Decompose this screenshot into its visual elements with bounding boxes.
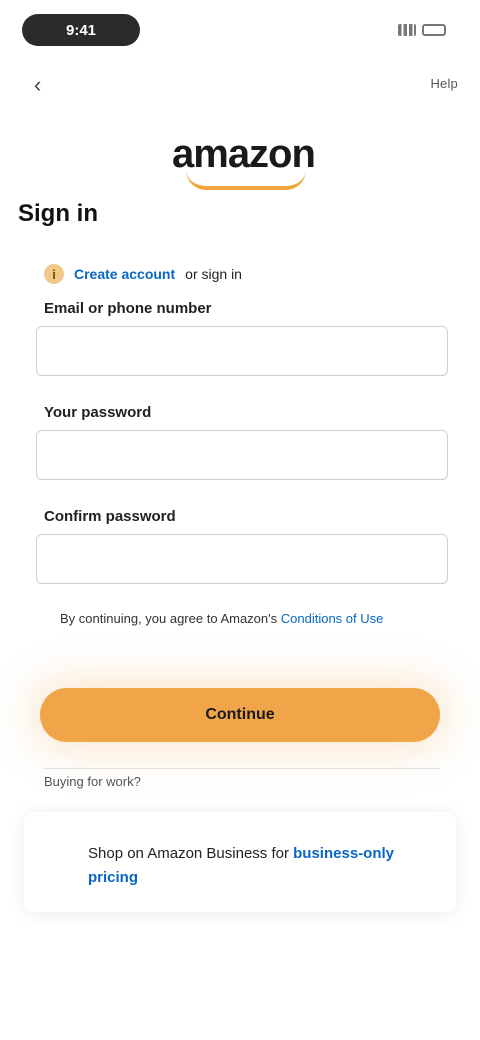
business-card[interactable]: Shop on Amazon Business for business-onl… xyxy=(24,812,456,912)
terms-text: By continuing, you agree to Amazon's Con… xyxy=(60,608,440,630)
terms-prefix: By continuing, you agree to Amazon's xyxy=(60,611,278,626)
status-time: 9:41 xyxy=(22,14,140,46)
email-field[interactable] xyxy=(36,326,448,376)
login-hint-text: or sign in xyxy=(185,266,242,282)
chevron-left-icon[interactable]: ‹ xyxy=(34,74,56,96)
info-icon: i xyxy=(44,264,64,284)
email-label: Email or phone number xyxy=(44,300,212,317)
create-account-link[interactable]: Create account xyxy=(74,266,175,282)
confirm-password-label: Confirm password xyxy=(44,508,176,525)
password-field[interactable] xyxy=(36,430,448,480)
conditions-of-use-link[interactable]: Conditions of Use xyxy=(281,611,384,626)
page-title: Sign in xyxy=(18,200,98,227)
status-bar: 9:41 xyxy=(0,0,480,60)
login-hint: i Create account or sign in xyxy=(44,260,444,288)
continue-button[interactable]: Continue xyxy=(40,688,440,742)
divider-text: Buying for work? xyxy=(44,774,141,789)
amazon-logo: amazon xyxy=(160,118,350,190)
battery-icon xyxy=(422,24,446,36)
divider: Buying for work? xyxy=(44,762,440,796)
business-text: Shop on Amazon Business for business-onl… xyxy=(88,842,428,890)
confirm-password-field[interactable] xyxy=(36,534,448,584)
password-label: Your password xyxy=(44,404,152,421)
logo-smile-icon xyxy=(186,170,306,190)
help-link[interactable]: Help xyxy=(430,76,458,91)
business-prefix: Shop on Amazon Business for xyxy=(88,845,289,862)
status-icons xyxy=(390,22,446,38)
signal-icon xyxy=(398,24,416,36)
divider-line xyxy=(44,768,440,769)
top-nav: ‹ Help xyxy=(0,62,480,106)
